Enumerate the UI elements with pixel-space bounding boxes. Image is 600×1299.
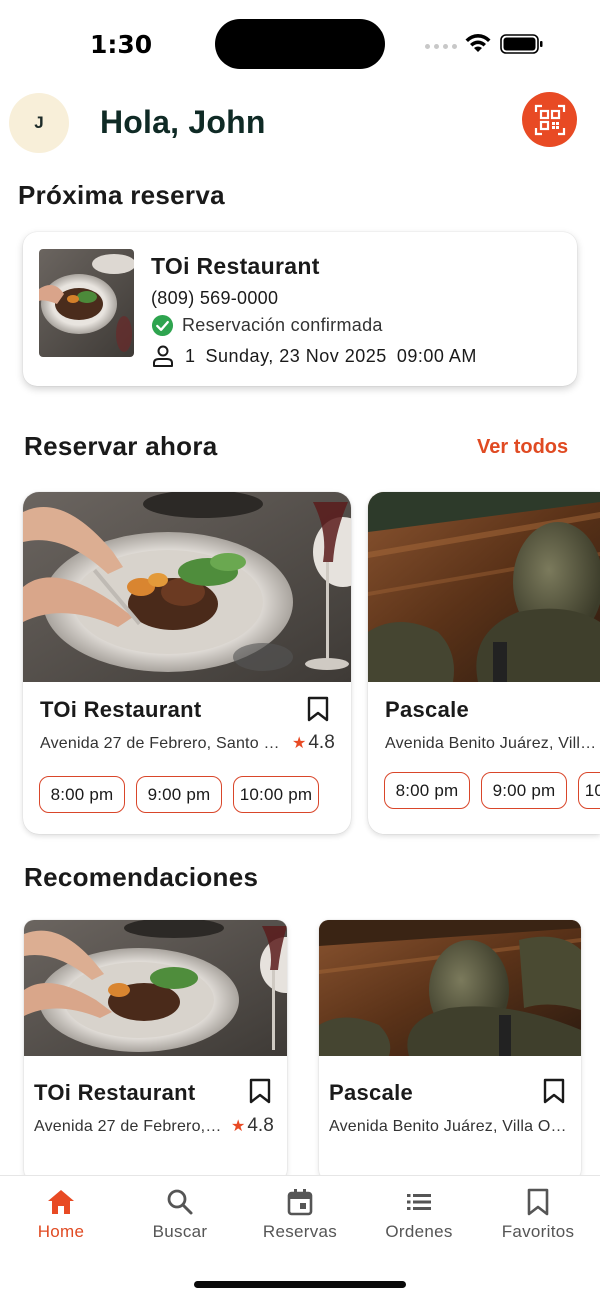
- reservation-time: 09:00 AM: [396, 345, 477, 366]
- bookmark-icon[interactable]: [543, 1078, 565, 1104]
- reservation-guests: 1: [185, 345, 196, 366]
- nav-label: Ordenes: [385, 1222, 453, 1241]
- recommendation-card[interactable]: Pascale Avenida Benito Juárez, Villa Olg…: [319, 920, 581, 1180]
- see-all-link[interactable]: Ver todos: [477, 436, 568, 459]
- restaurant-name: TOi Restaurant: [40, 697, 202, 722]
- bookmark-icon[interactable]: [307, 696, 329, 722]
- restaurant-address: Avenida Benito Juárez, Villa Olga: [329, 1118, 569, 1135]
- section-title-recommendations: Recomendaciones: [24, 862, 259, 892]
- restaurant-card[interactable]: TOi Restaurant Avenida 27 de Febrero, Sa…: [23, 492, 351, 834]
- reservation-details: 1 Sunday, 23 Nov 2025 09:00 AM: [151, 344, 477, 368]
- nav-item-orders[interactable]: Ordenes: [369, 1188, 469, 1242]
- home-icon: [48, 1190, 74, 1214]
- home-indicator[interactable]: [194, 1281, 406, 1288]
- recommendation-card[interactable]: TOi Restaurant Avenida 27 de Febrero, Sa…: [24, 920, 287, 1180]
- nav-item-search[interactable]: Buscar: [130, 1188, 230, 1242]
- time-slot-button[interactable]: 10:00 pm: [578, 772, 600, 809]
- qr-code-icon: [534, 104, 565, 135]
- bookmark-icon[interactable]: [249, 1078, 271, 1104]
- restaurant-photo: [24, 920, 287, 1056]
- calendar-icon: [287, 1189, 313, 1216]
- cellular-signal-icon: [425, 44, 457, 49]
- rating-value: 4.8: [247, 1115, 274, 1136]
- restaurant-address: Avenida 27 de Febrero, Santo Domingo: [40, 735, 288, 752]
- wifi-icon: [465, 34, 491, 52]
- search-icon: [167, 1189, 193, 1215]
- nav-label: Reservas: [262, 1222, 338, 1241]
- section-title-next-reservation: Próxima reserva: [18, 180, 225, 210]
- avatar-initial: J: [34, 113, 44, 132]
- time-slot-button[interactable]: 10:00 pm: [233, 776, 319, 813]
- reservation-date: Sunday, 23 Nov 2025: [205, 345, 387, 366]
- time-slots: 8:00 pm 9:00 pm 10:00 pm: [384, 772, 600, 809]
- person-icon: [153, 345, 173, 367]
- dynamic-island: [215, 19, 385, 69]
- nav-item-reservations[interactable]: Reservas: [250, 1188, 350, 1242]
- reservation-status-label: Reservación confirmada: [182, 315, 383, 335]
- restaurant-photo: [368, 492, 600, 682]
- avatar[interactable]: J: [9, 93, 69, 153]
- restaurant-name: Pascale: [329, 1080, 414, 1105]
- restaurant-thumbnail: [39, 249, 134, 357]
- check-circle-icon: [151, 314, 174, 337]
- restaurant-name: TOi Restaurant: [34, 1080, 196, 1105]
- star-icon: ★: [231, 1118, 246, 1135]
- greeting-title: Hola, John: [100, 104, 266, 140]
- restaurant-card[interactable]: Pascale Avenida Benito Juárez, Villa Olg…: [368, 492, 600, 834]
- restaurant-rating: ★ 4.8: [231, 1115, 274, 1137]
- restaurant-address: Avenida Benito Juárez, Villa Olga: [385, 735, 600, 752]
- time-slot-button[interactable]: 8:00 pm: [39, 776, 125, 813]
- bottom-nav: Home Buscar Reservas Ordenes Favoritos: [0, 1175, 600, 1299]
- nav-item-home[interactable]: Home: [11, 1188, 111, 1242]
- time-slots: 8:00 pm 9:00 pm 10:00 pm: [39, 776, 319, 813]
- time-slot-button[interactable]: 9:00 pm: [481, 772, 567, 809]
- bookmark-icon: [527, 1188, 549, 1216]
- restaurant-photo: [23, 492, 351, 682]
- restaurant-rating: ★ 4.8: [292, 732, 335, 754]
- time-slot-button[interactable]: 8:00 pm: [384, 772, 470, 809]
- battery-icon: [500, 34, 543, 54]
- reservation-restaurant-name: TOi Restaurant: [151, 253, 320, 279]
- reservation-phone: (809) 569-0000: [151, 288, 279, 308]
- reservation-status: Reservación confirmada: [151, 314, 383, 337]
- restaurant-address: Avenida 27 de Febrero, Santo Domingo: [34, 1118, 222, 1135]
- restaurant-photo: [319, 920, 581, 1056]
- status-time: 1:30: [90, 30, 153, 59]
- section-title-reserve-now: Reservar ahora: [24, 431, 218, 461]
- nav-label: Buscar: [152, 1222, 208, 1241]
- nav-label: Home: [37, 1222, 85, 1241]
- star-icon: ★: [292, 735, 307, 752]
- list-icon: [407, 1194, 431, 1210]
- status-bar: 1:30: [0, 0, 600, 88]
- time-slot-button[interactable]: 9:00 pm: [136, 776, 222, 813]
- qr-scan-button[interactable]: [522, 92, 577, 147]
- rating-value: 4.8: [308, 732, 335, 753]
- nav-item-favorites[interactable]: Favoritos: [488, 1188, 588, 1242]
- nav-label: Favoritos: [501, 1222, 575, 1241]
- restaurant-name: Pascale: [385, 697, 470, 722]
- next-reservation-card[interactable]: TOi Restaurant (809) 569-0000 Reservació…: [23, 232, 577, 386]
